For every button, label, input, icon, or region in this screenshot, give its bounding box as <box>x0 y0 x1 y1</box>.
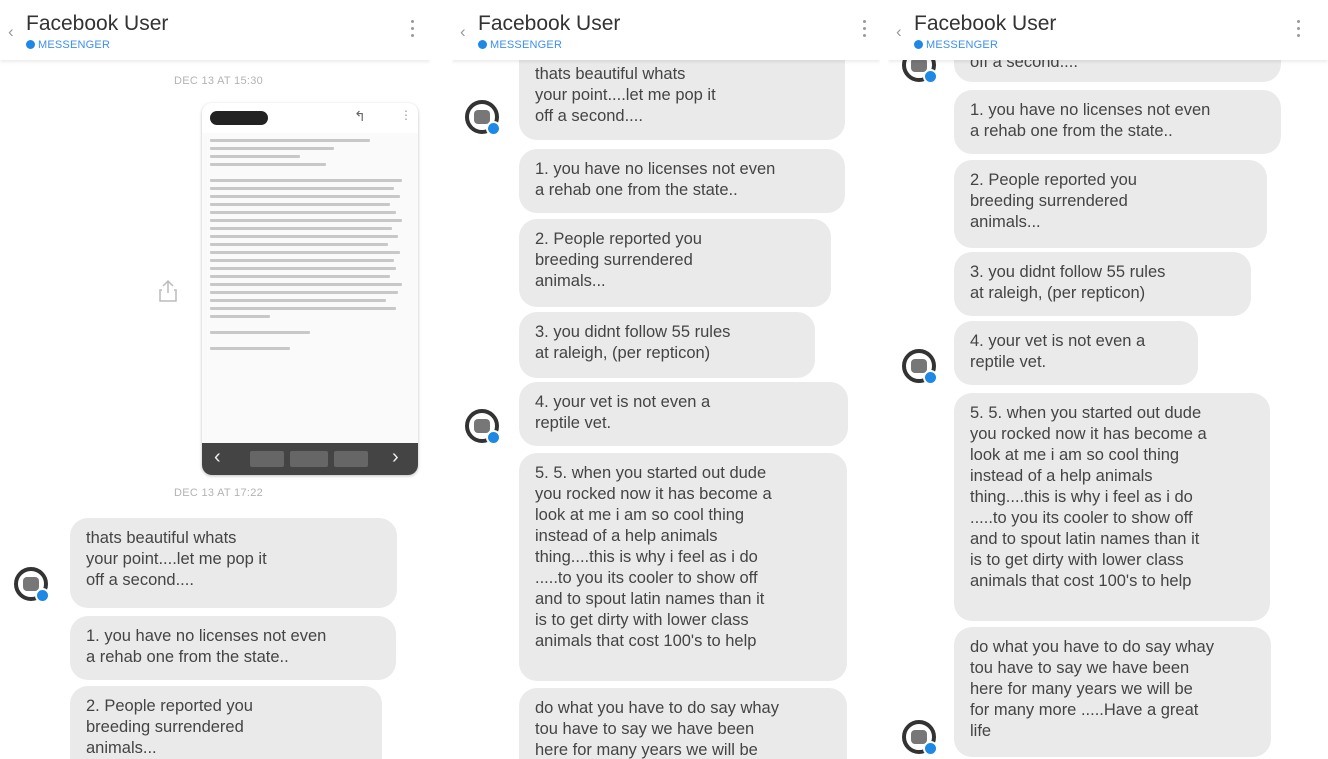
avatar-icon[interactable] <box>14 567 50 603</box>
messenger-icon <box>26 40 35 49</box>
kebab-menu-icon: ⋮ <box>400 108 412 122</box>
conversation-header: ‹ Facebook User MESSENGER <box>888 0 1328 60</box>
messenger-label: MESSENGER <box>914 39 998 51</box>
chevron-left-icon[interactable]: ‹ <box>460 22 466 42</box>
message-bubble: 4. your vet is not even a reptile vet. <box>519 382 848 446</box>
message-bubble: 1. you have no licenses not even a rehab… <box>954 90 1281 154</box>
messenger-icon <box>478 40 487 49</box>
avatar-icon[interactable] <box>465 100 501 136</box>
timestamp: DEC 13 AT 15:30 <box>174 75 264 87</box>
shared-email-screenshot[interactable]: ↰ ⋮ ‹ › <box>202 103 418 475</box>
chevron-left-icon[interactable]: ‹ <box>8 22 14 42</box>
email-body <box>210 139 410 355</box>
avatar-icon[interactable] <box>902 720 938 756</box>
messenger-icon <box>914 40 923 49</box>
contact-name: Facebook User <box>914 12 1057 35</box>
kebab-menu-icon[interactable] <box>1297 20 1301 41</box>
conversation-header: ‹ Facebook User MESSENGER <box>452 0 880 60</box>
message-bubble: 3. you didnt follow 55 rules at raleigh,… <box>519 312 815 378</box>
message-bubble: do what you have to do say whay tou have… <box>954 627 1271 757</box>
message-bubble: 4. your vet is not even a reptile vet. <box>954 321 1198 385</box>
chevron-left-icon: ‹ <box>214 446 221 468</box>
messenger-label: MESSENGER <box>478 39 562 51</box>
message-bubble: 3. you didnt follow 55 rules at raleigh,… <box>954 252 1251 316</box>
chevron-right-icon: › <box>392 446 399 468</box>
timestamp: DEC 13 AT 17:22 <box>174 487 264 499</box>
chevron-left-icon[interactable]: ‹ <box>896 22 902 42</box>
message-bubble: 2. People reported you breeding surrende… <box>954 160 1267 248</box>
message-bubble: 1. you have no licenses not even a rehab… <box>70 616 396 680</box>
conversation-header: ‹ Facebook User MESSENGER <box>0 0 430 60</box>
kebab-menu-icon[interactable] <box>411 20 415 41</box>
contact-name: Facebook User <box>26 12 169 35</box>
message-bubble: do what you have to do say whay tou have… <box>519 688 847 759</box>
share-icon[interactable] <box>158 279 178 303</box>
message-bubble: 5. 5. when you started out dude you rock… <box>954 393 1270 621</box>
avatar-icon[interactable] <box>902 349 938 385</box>
kebab-menu-icon[interactable] <box>863 20 867 41</box>
logo <box>210 111 268 125</box>
message-bubble: 2. People reported you breeding surrende… <box>70 686 382 759</box>
conversation-panel-3: ‹ Facebook User MESSENGER off a second..… <box>888 0 1328 759</box>
conversation-panel-2: ‹ Facebook User MESSENGER thats beautifu… <box>452 0 880 759</box>
reply-icon: ↰ <box>354 108 366 124</box>
message-bubble: 5. 5. when you started out dude you rock… <box>519 453 847 681</box>
email-toolbar: ‹ › <box>202 443 418 475</box>
message-bubble: 2. People reported you breeding surrende… <box>519 219 831 307</box>
message-bubble: thats beautiful whats your point....let … <box>70 518 397 608</box>
avatar-icon[interactable] <box>465 409 501 445</box>
messenger-label: MESSENGER <box>26 39 110 51</box>
contact-name: Facebook User <box>478 12 621 35</box>
conversation-panel-1: ‹ Facebook User MESSENGER DEC 13 AT 15:3… <box>0 0 430 759</box>
message-bubble: 1. you have no licenses not even a rehab… <box>519 149 845 213</box>
